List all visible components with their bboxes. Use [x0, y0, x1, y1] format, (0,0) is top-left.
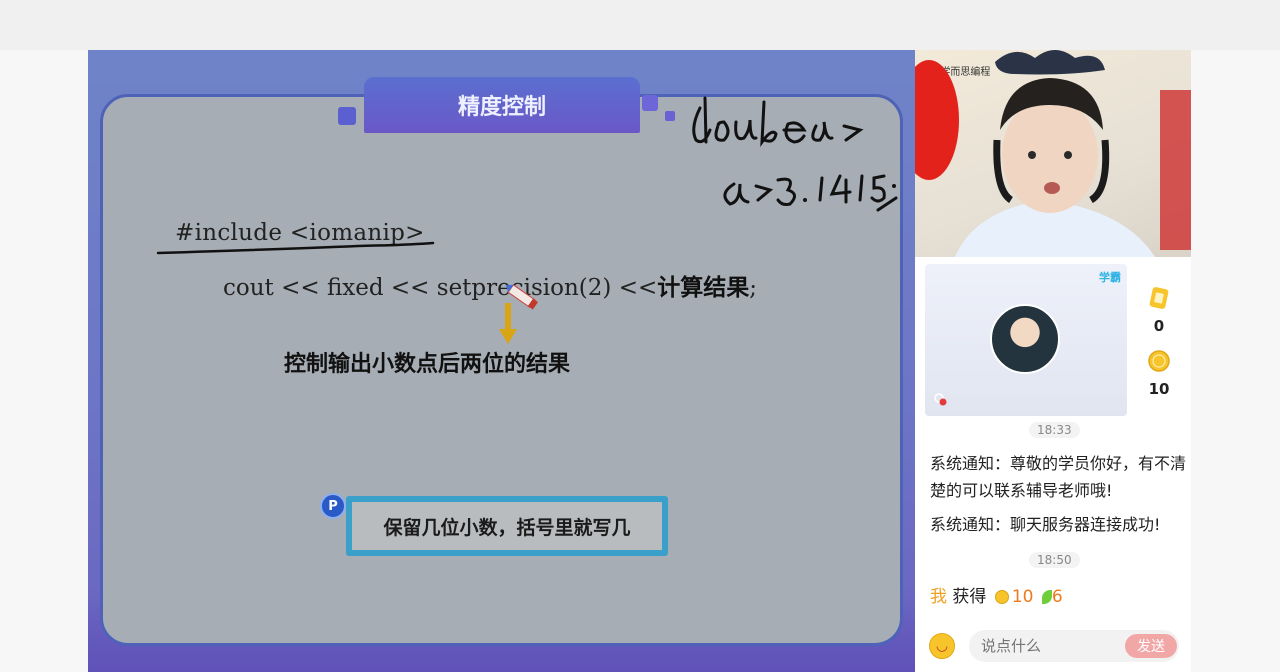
hint-box: 保留几位小数，括号里就写几 — [346, 496, 668, 556]
coin-icon — [994, 590, 1009, 604]
level-tag: 学霸 — [1099, 271, 1121, 284]
reward-message: 我 获得 10 6 — [930, 582, 1063, 607]
hint-badge: P — [320, 493, 346, 519]
include-line: #include <iomanip> — [175, 220, 425, 246]
top-bar — [0, 0, 1280, 50]
reward-stats: 0 10 — [1137, 286, 1181, 412]
title-decoration — [665, 111, 675, 121]
self-video: 学霸 — [925, 264, 1127, 416]
code-suffix: ; — [749, 275, 757, 301]
teacher-video: ✿学而思编程 — [915, 50, 1191, 257]
chat-timestamp: 18:33 — [1029, 422, 1080, 438]
reward-coins: 10 — [1011, 587, 1034, 607]
chat-message: 系统通知：尊敬的学员你好，有不清楚的可以联系辅导老师哦! — [930, 454, 1187, 500]
coin-stat: 10 — [1137, 349, 1181, 398]
reward-leaves: 6 — [1051, 587, 1063, 607]
send-button[interactable]: 发送 — [1125, 634, 1177, 658]
coin-count: 10 — [1148, 380, 1170, 398]
side-panel: ✿学而思编程 学霸 0 — [915, 50, 1191, 672]
explanation-text: 控制输出小数点后两位的结果 — [284, 352, 571, 377]
code-prefix: cout << fixed << setprecision(2) << — [223, 275, 658, 301]
reward-user: 我 — [930, 587, 947, 607]
teacher-figure — [915, 50, 1191, 257]
code-line: cout << fixed << setprecision(2) <<计算结果; — [223, 268, 757, 302]
microphone-off-icon[interactable] — [933, 392, 947, 406]
card-count: 0 — [1153, 317, 1165, 335]
lesson-stage: 精度控制 #include <iomanip> cout << fixed <<… — [88, 50, 915, 672]
coin-icon — [1148, 350, 1170, 372]
avatar — [990, 304, 1060, 374]
card-icon — [1149, 287, 1169, 309]
pencil-icon — [505, 284, 538, 310]
chat-composer: ◡ 发送 — [929, 630, 1181, 662]
chat-timestamp: 18:50 — [1029, 552, 1080, 568]
chat-message: 系统通知：聊天服务器连接成功! — [930, 515, 1161, 534]
reward-verb: 获得 — [952, 587, 987, 607]
emoji-icon[interactable]: ◡ — [929, 633, 955, 659]
leaf-icon — [1041, 590, 1052, 604]
slide-title: 精度控制 — [338, 77, 658, 133]
code-result: 计算结果 — [657, 275, 750, 301]
card-stat: 0 — [1137, 286, 1181, 335]
